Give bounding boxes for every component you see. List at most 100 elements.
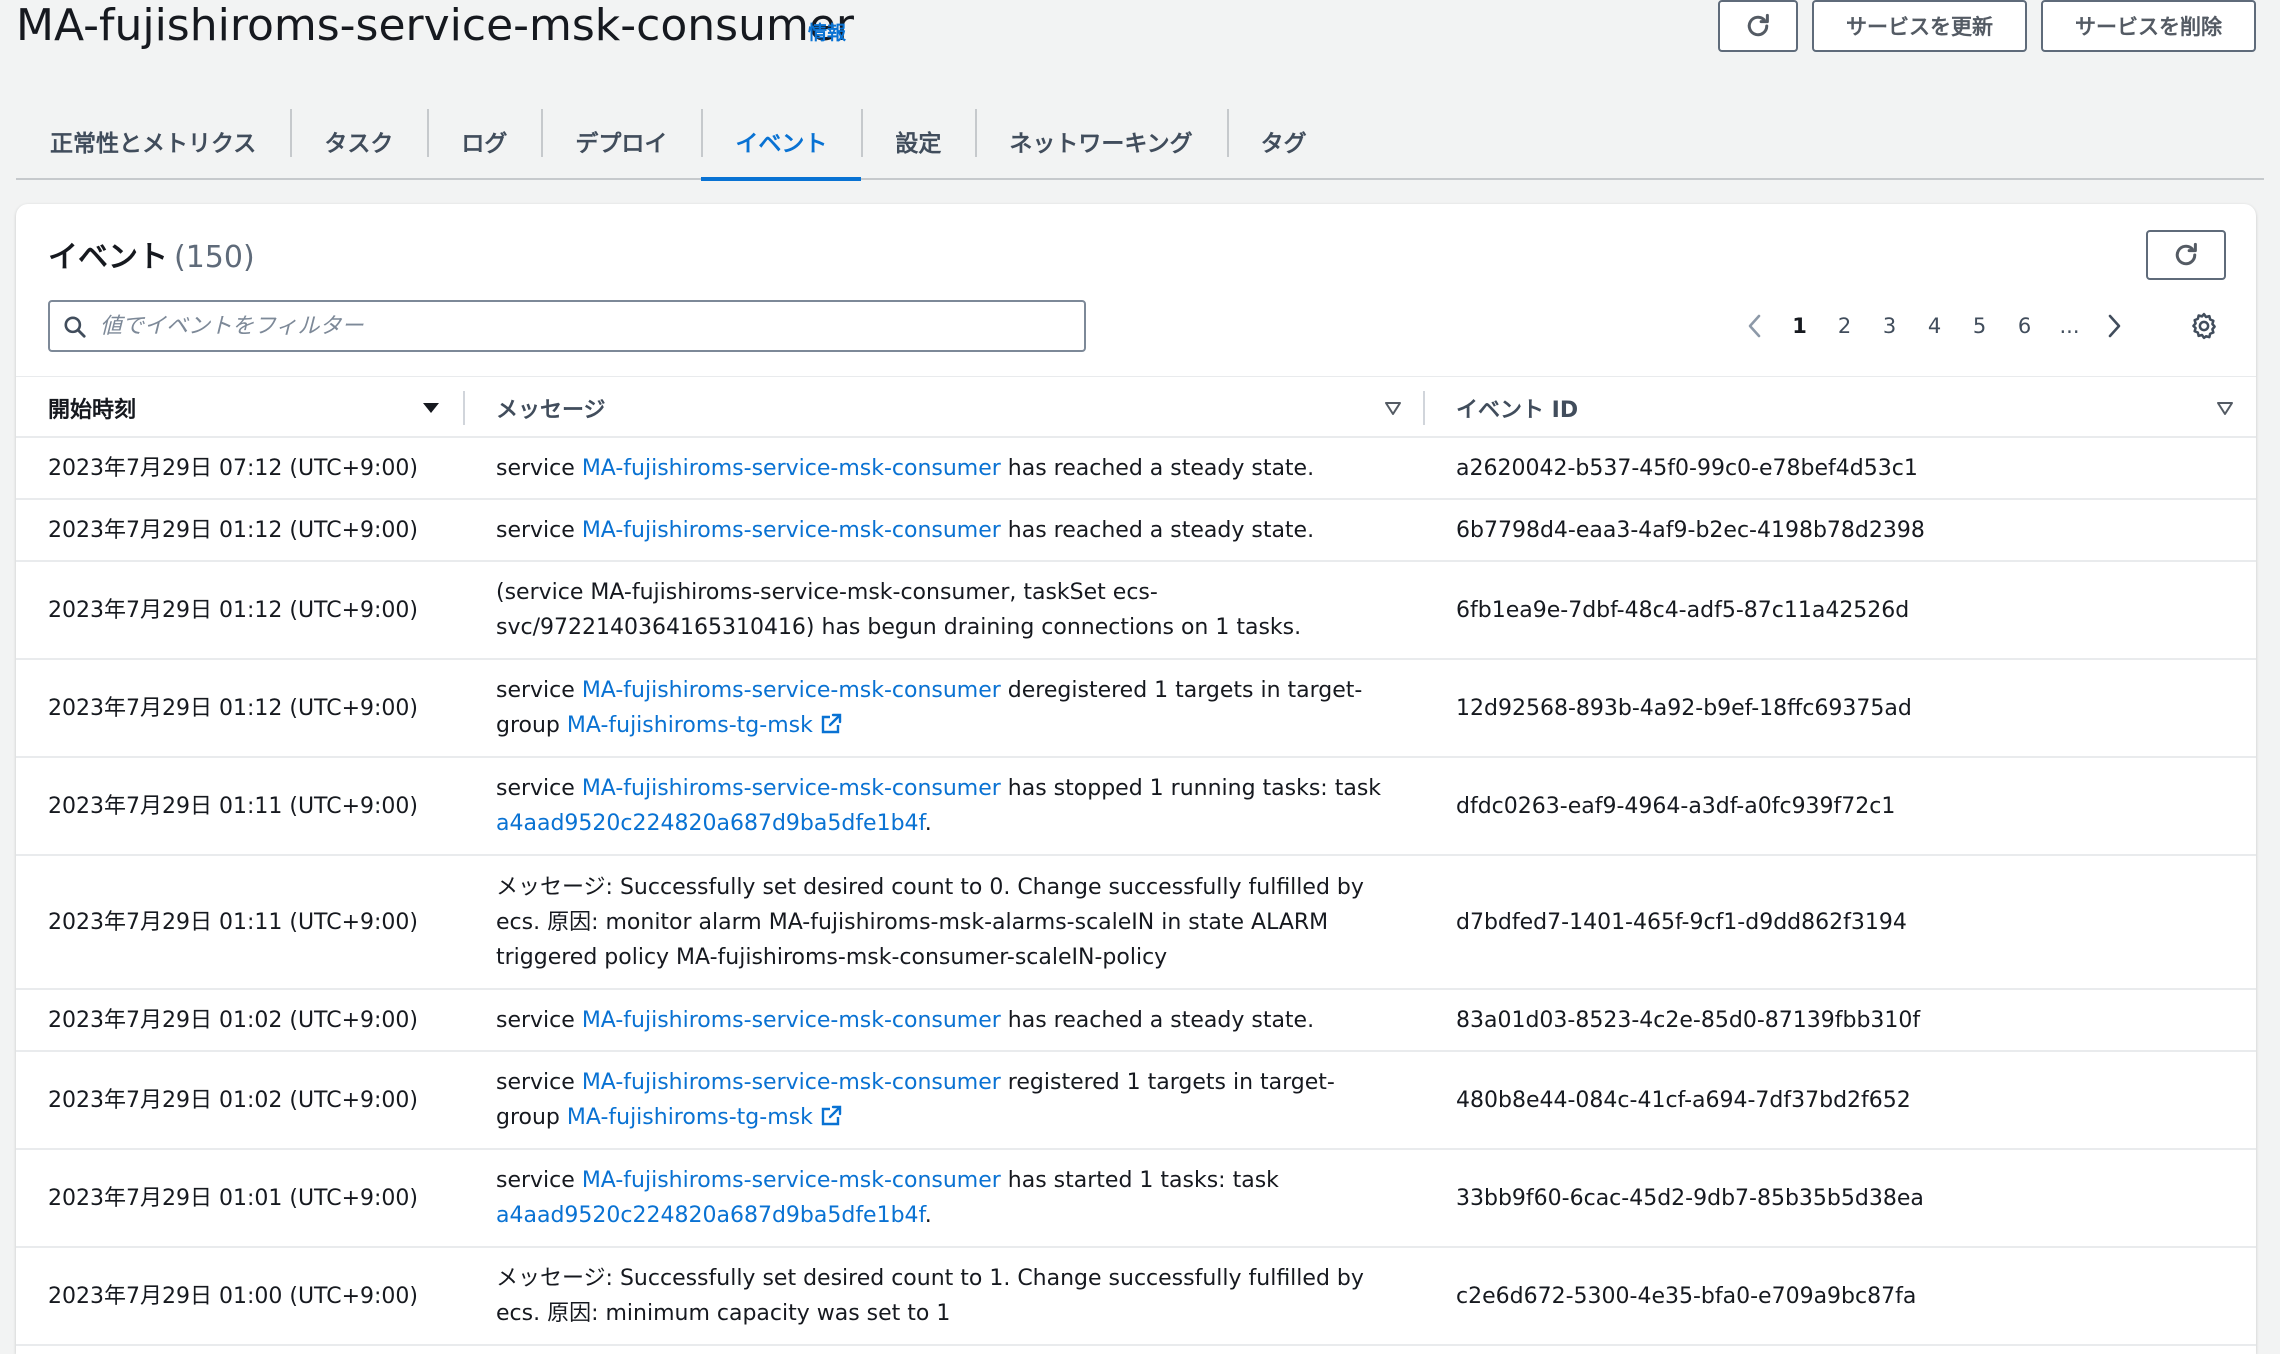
page-6-button[interactable]: 6 (2002, 304, 2047, 348)
events-panel: イベント(150) 1 2 3 4 5 (16, 204, 2256, 1354)
event-start-time: 2023年7月29日 01:02 (UTC+9:00) (48, 1007, 418, 1033)
service-link[interactable]: MA-fujishiroms-service-msk-consumer (582, 518, 1001, 543)
event-start-time: 2023年7月29日 01:00 (UTC+9:00) (48, 1283, 418, 1309)
tab-events[interactable]: イベント (701, 103, 862, 181)
event-message: service MA-fujishiroms-service-msk-consu… (496, 1003, 1314, 1038)
event-id: 33bb9f60-6cac-45d2-9db7-85b35b5d38ea (1456, 1185, 1924, 1211)
tab-health-metrics[interactable]: 正常性とメトリクス (16, 103, 290, 179)
tab-deployments[interactable]: デプロイ (541, 103, 701, 179)
table-row: 2023年7月29日 01:11 (UTC+9:00) メッセージ: Succes… (16, 856, 2256, 990)
service-link[interactable]: MA-fujishiroms-service-msk-consumer (582, 456, 1001, 481)
table-preferences-button[interactable] (2182, 304, 2226, 348)
event-message-cell: (service MA-fujishiroms-service-msk-cons… (496, 562, 1396, 658)
message-text: service (496, 678, 582, 703)
tab-networking[interactable]: ネットワーキング (975, 103, 1226, 179)
task-link[interactable]: a4aad9520c224820a687d9ba5dfe1b4f (496, 1203, 925, 1228)
message-text: . (924, 1203, 932, 1228)
sort-down-icon[interactable] (2214, 397, 2236, 419)
event-count: (150) (174, 240, 255, 275)
message-text: メッセージ: Successfully set desired count to… (496, 1266, 1364, 1326)
page-ellipsis: ... (2059, 314, 2080, 338)
event-message-cell: service MA-fujishiroms-service-msk-consu… (496, 1150, 1396, 1246)
page-2-button[interactable]: 2 (1822, 304, 1867, 348)
event-message-cell: service MA-fujishiroms-service-msk-consu… (496, 990, 1396, 1050)
event-message-cell: service MA-fujishiroms-service-msk-consu… (496, 1052, 1396, 1148)
event-message: service MA-fujishiroms-service-msk-consu… (496, 1065, 1396, 1135)
page-5-button[interactable]: 5 (1957, 304, 2002, 348)
column-divider[interactable] (463, 391, 465, 425)
events-table: 開始時刻 メッセージ イベント ID 2023年7月29日 07:12 (UTC… (16, 376, 2256, 1346)
event-message: service MA-fujishiroms-service-msk-consu… (496, 1163, 1396, 1233)
info-link[interactable]: 情報 (808, 18, 846, 45)
event-id: 6fb1ea9e-7dbf-48c4-adf5-87c11a42526d (1456, 597, 1910, 623)
target-group-link[interactable]: MA-fujishiroms-tg-msk (567, 1105, 813, 1130)
event-message: service MA-fujishiroms-service-msk-consu… (496, 451, 1314, 486)
message-text: service (496, 776, 582, 801)
page-4-button[interactable]: 4 (1912, 304, 1957, 348)
event-filter-input[interactable] (100, 306, 1070, 346)
event-filter-search (48, 300, 1086, 352)
event-message: service MA-fujishiroms-service-msk-consu… (496, 771, 1396, 841)
service-link[interactable]: MA-fujishiroms-service-msk-consumer (582, 1168, 1001, 1193)
external-link-icon[interactable] (819, 1104, 843, 1128)
event-id: 6b7798d4-eaa3-4af9-b2ec-4198b78d2398 (1456, 517, 1925, 543)
event-message: service MA-fujishiroms-service-msk-consu… (496, 513, 1314, 548)
tab-tasks[interactable]: タスク (290, 103, 427, 179)
column-header-event-id[interactable]: イベント ID (1456, 377, 1578, 439)
update-service-button[interactable]: サービスを更新 (1812, 0, 2027, 52)
event-start-time: 2023年7月29日 01:12 (UTC+9:00) (48, 695, 418, 721)
message-text: . (924, 811, 932, 836)
event-message: メッセージ: Successfully set desired count to… (496, 1261, 1396, 1331)
table-row: 2023年7月29日 07:12 (UTC+9:00) service MA-fu… (16, 438, 2256, 500)
event-message: service MA-fujishiroms-service-msk-consu… (496, 673, 1396, 743)
table-row: 2023年7月29日 01:00 (UTC+9:00) メッセージ: Succes… (16, 1248, 2256, 1346)
event-message-cell: メッセージ: Successfully set desired count to… (496, 856, 1396, 988)
next-page-button[interactable] (2092, 304, 2136, 348)
page-header: MA-fujishiroms-service-msk-consumer 情報 サ… (16, 0, 2264, 56)
message-text: service (496, 1168, 582, 1193)
message-text: has reached a steady state. (1000, 1007, 1315, 1033)
event-message-cell: service MA-fujishiroms-service-msk-consu… (496, 660, 1396, 756)
refresh-button[interactable] (1718, 0, 1798, 52)
service-link[interactable]: MA-fujishiroms-service-msk-consumer (582, 1008, 1001, 1033)
sort-down-icon[interactable] (420, 397, 442, 419)
task-link[interactable]: a4aad9520c224820a687d9ba5dfe1b4f (496, 811, 925, 836)
message-text: メッセージ: Successfully set desired count to… (496, 874, 1364, 970)
table-row: 2023年7月29日 01:12 (UTC+9:00) service MA-fu… (16, 500, 2256, 562)
delete-service-button[interactable]: サービスを削除 (2041, 0, 2256, 52)
table-row: 2023年7月29日 01:01 (UTC+9:00) service MA-fu… (16, 1150, 2256, 1248)
previous-page-button[interactable] (1733, 304, 1777, 348)
event-id: c2e6d672-5300-4e35-bfa0-e709a9bc87fa (1456, 1283, 1917, 1309)
tab-tags[interactable]: タグ (1226, 103, 1341, 179)
message-text: service (496, 517, 582, 543)
event-start-time: 2023年7月29日 01:12 (UTC+9:00) (48, 597, 418, 623)
tab-configuration[interactable]: 設定 (861, 103, 975, 179)
table-row: 2023年7月29日 01:02 (UTC+9:00) service MA-fu… (16, 1052, 2256, 1150)
tab-logs[interactable]: ログ (427, 103, 541, 179)
chevron-left-icon (1748, 314, 1761, 338)
event-id: 12d92568-893b-4a92-b9ef-18ffc69375ad (1456, 695, 1912, 721)
service-link[interactable]: MA-fujishiroms-service-msk-consumer (582, 678, 1001, 703)
event-id: d7bdfed7-1401-465f-9cf1-d9dd862f3194 (1456, 909, 1907, 935)
events-refresh-button[interactable] (2146, 230, 2226, 280)
table-row: 2023年7月29日 01:02 (UTC+9:00) service MA-fu… (16, 990, 2256, 1052)
column-header-start-time[interactable]: 開始時刻 (48, 377, 136, 439)
search-icon (64, 316, 86, 338)
external-link-icon[interactable] (819, 712, 843, 736)
tab-bar: 正常性とメトリクス タスク ログ デプロイ イベント 設定 ネットワーキング タ… (16, 103, 2264, 181)
event-message-cell: service MA-fujishiroms-service-msk-consu… (496, 438, 1396, 498)
page-3-button[interactable]: 3 (1867, 304, 1912, 348)
service-link[interactable]: MA-fujishiroms-service-msk-consumer (582, 1070, 1001, 1095)
pagination: 1 2 3 4 5 6 ... (1733, 304, 2136, 348)
panel-title: イベント (150) (48, 232, 255, 276)
column-divider[interactable] (1423, 391, 1425, 425)
target-group-link[interactable]: MA-fujishiroms-tg-msk (567, 713, 813, 738)
sort-down-icon[interactable] (1382, 397, 1404, 419)
event-start-time: 2023年7月29日 07:12 (UTC+9:00) (48, 455, 418, 481)
page-1-button[interactable]: 1 (1777, 304, 1822, 348)
table-row: 2023年7月29日 01:11 (UTC+9:00) service MA-fu… (16, 758, 2256, 856)
table-row: 2023年7月29日 01:12 (UTC+9:00) service MA-fu… (16, 660, 2256, 758)
column-header-message[interactable]: メッセージ (496, 377, 606, 439)
table-header: 開始時刻 メッセージ イベント ID (16, 376, 2256, 438)
service-link[interactable]: MA-fujishiroms-service-msk-consumer (582, 776, 1001, 801)
